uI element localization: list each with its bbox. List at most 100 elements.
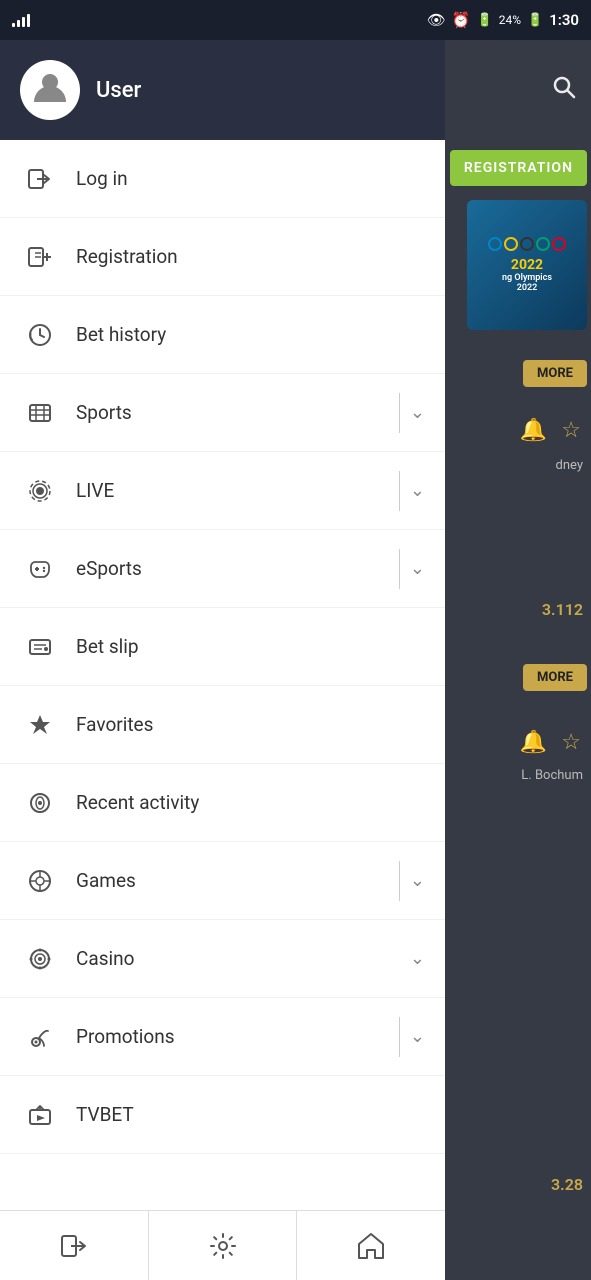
- signal-bar-4: [27, 14, 30, 27]
- status-bar-right: 👁 ⏰ 🔋 24% 🔋 1:30: [427, 11, 579, 29]
- icon-row-2: 🔔 ☆: [520, 730, 581, 755]
- ring-red: [552, 237, 566, 251]
- more-button-1[interactable]: MORE: [523, 360, 587, 387]
- casino-icon: [20, 939, 60, 979]
- menu-list: Log in Registration: [0, 140, 445, 1210]
- casino-label: Casino: [76, 947, 410, 970]
- sidebar-item-games[interactable]: Games ⌄: [0, 842, 445, 920]
- esports-chevron-icon: ⌄: [410, 558, 425, 579]
- registration-icon: [20, 237, 60, 277]
- live-chevron-icon: ⌄: [410, 480, 425, 501]
- sidebar-item-login[interactable]: Log in: [0, 140, 445, 218]
- games-chevron-icon: ⌄: [410, 870, 425, 891]
- olympics-text: ng Olympics2022: [498, 273, 556, 293]
- recent-activity-icon: [20, 783, 60, 823]
- live-label: LIVE: [76, 479, 399, 502]
- sports-chevron-icon: ⌄: [410, 402, 425, 423]
- games-label: Games: [76, 869, 399, 892]
- home-button[interactable]: [297, 1211, 445, 1280]
- sidebar-bottom-nav: [0, 1210, 445, 1280]
- favorites-icon: [20, 705, 60, 745]
- bell-icon-1[interactable]: 🔔: [520, 418, 547, 443]
- sports-label: Sports: [76, 401, 399, 424]
- sidebar-item-registration[interactable]: Registration: [0, 218, 445, 296]
- promotions-chevron-icon: ⌄: [410, 1026, 425, 1047]
- sidebar-item-bet-slip[interactable]: Bet slip: [0, 608, 445, 686]
- search-icon[interactable]: [551, 74, 577, 106]
- beijing-year: 2022: [511, 257, 543, 273]
- sidebar-item-esports[interactable]: eSports ⌄: [0, 530, 445, 608]
- score-value-1: 3.112: [542, 600, 583, 619]
- games-divider: [399, 861, 400, 901]
- ring-green: [536, 237, 550, 251]
- username-label: User: [96, 78, 141, 103]
- login-label: Log in: [76, 167, 425, 190]
- bet-slip-label: Bet slip: [76, 635, 425, 658]
- promotions-label: Promotions: [76, 1025, 399, 1048]
- sidebar-item-casino[interactable]: Casino ⌄: [0, 920, 445, 998]
- promotions-icon: [20, 1017, 60, 1057]
- right-panel[interactable]: REGISTRATION 2022 ng Olympics2022 MORE 🔔…: [445, 40, 591, 1280]
- status-bar-left: [12, 13, 30, 27]
- esports-divider: [399, 549, 400, 589]
- user-icon: [32, 68, 68, 113]
- icon-row-1: 🔔 ☆: [520, 418, 581, 443]
- settings-button[interactable]: [149, 1211, 298, 1280]
- bochum-text: L. Bochum: [521, 768, 583, 783]
- sidebar-item-favorites[interactable]: Favorites: [0, 686, 445, 764]
- bell-icon-2[interactable]: 🔔: [520, 730, 547, 755]
- ring-blue: [488, 237, 502, 251]
- star-icon-1[interactable]: ☆: [561, 418, 581, 443]
- favorites-label: Favorites: [76, 713, 425, 736]
- bet-history-label: Bet history: [76, 323, 425, 346]
- bet-history-icon: [20, 315, 60, 355]
- signal-bar-3: [22, 17, 25, 27]
- battery-percent: 24%: [499, 13, 521, 27]
- star-icon-2[interactable]: ☆: [561, 730, 581, 755]
- sidebar-header: User: [0, 40, 445, 140]
- score-value-2: 3.28: [551, 1175, 583, 1194]
- tvbet-label: TVBET: [76, 1103, 425, 1126]
- signal-bar-2: [17, 20, 20, 27]
- olympic-rings: [488, 237, 566, 251]
- status-time: 1:30: [549, 11, 579, 29]
- sports-icon: [20, 393, 60, 433]
- sidebar-item-sports[interactable]: Sports ⌄: [0, 374, 445, 452]
- avatar: [20, 60, 80, 120]
- esports-icon: [20, 549, 60, 589]
- live-icon: [20, 471, 60, 511]
- recent-activity-label: Recent activity: [76, 791, 425, 814]
- status-bar: 👁 ⏰ 🔋 24% 🔋 1:30: [0, 0, 591, 40]
- tvbet-icon: [20, 1095, 60, 1135]
- right-panel-header: [445, 40, 591, 140]
- games-icon: [20, 861, 60, 901]
- drawer-overlay: User Log in: [0, 40, 591, 1280]
- ring-black: [520, 237, 534, 251]
- beijing-card: 2022 ng Olympics2022: [467, 200, 587, 330]
- login-icon: [20, 159, 60, 199]
- sidebar-item-live[interactable]: LIVE ⌄: [0, 452, 445, 530]
- sim-icon: 🔋: [477, 13, 493, 28]
- sidebar-item-promotions[interactable]: Promotions ⌄: [0, 998, 445, 1076]
- sidebar: User Log in: [0, 40, 445, 1280]
- more-button-2[interactable]: MORE: [523, 664, 587, 691]
- sidebar-item-bet-history[interactable]: Bet history: [0, 296, 445, 374]
- bet-slip-icon: [20, 627, 60, 667]
- eye-icon: 👁: [427, 11, 446, 29]
- sydney-text: dney: [556, 458, 583, 473]
- sports-divider: [399, 393, 400, 433]
- signal-bars: [12, 13, 30, 27]
- signal-bar-1: [12, 23, 15, 27]
- registration-label: Registration: [76, 245, 425, 268]
- casino-chevron-icon: ⌄: [410, 948, 425, 969]
- registration-button[interactable]: REGISTRATION: [450, 150, 587, 186]
- alarm-icon: ⏰: [452, 11, 471, 29]
- ring-yellow: [504, 237, 518, 251]
- live-divider: [399, 471, 400, 511]
- sidebar-item-recent-activity[interactable]: Recent activity: [0, 764, 445, 842]
- promotions-divider: [399, 1017, 400, 1057]
- sidebar-item-tvbet[interactable]: TVBET: [0, 1076, 445, 1154]
- battery-icon: 🔋: [527, 13, 543, 28]
- logout-button[interactable]: [0, 1211, 149, 1280]
- esports-label: eSports: [76, 557, 399, 580]
